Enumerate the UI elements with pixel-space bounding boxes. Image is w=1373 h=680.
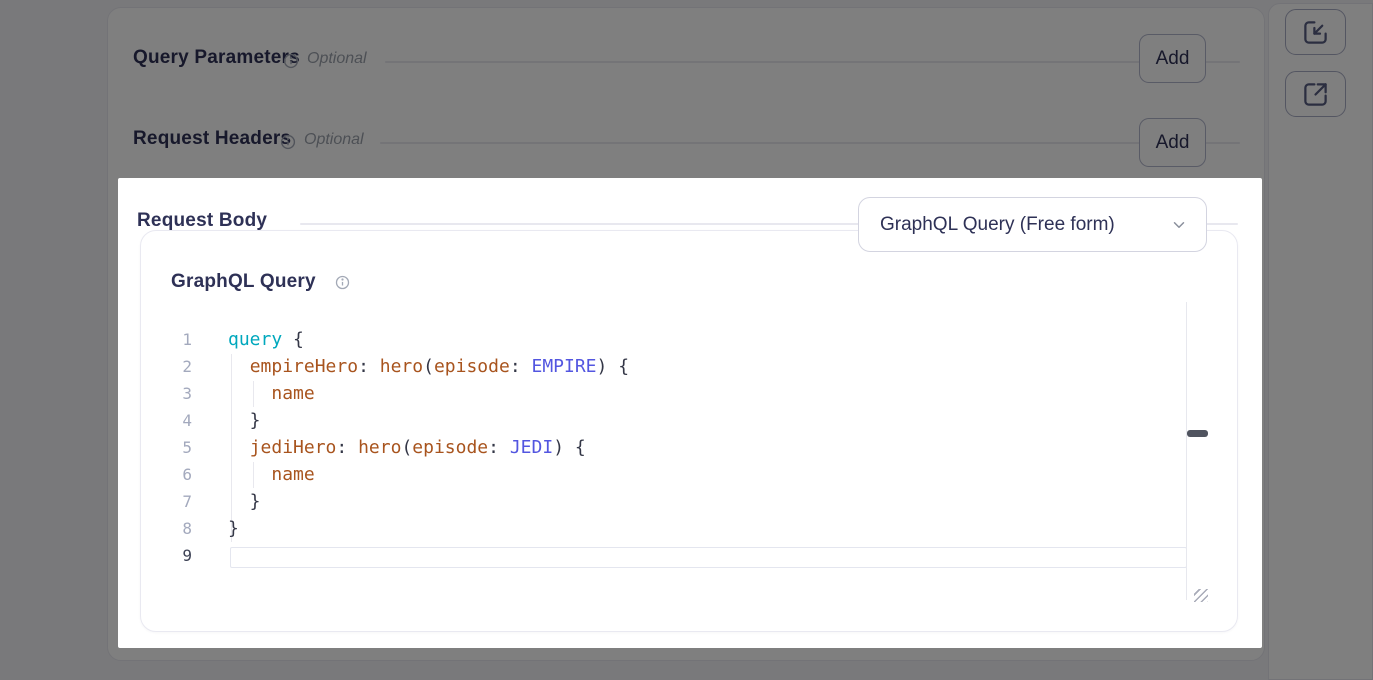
right-toolbar: [1268, 3, 1373, 680]
code-line[interactable]: name: [228, 461, 629, 488]
code-line[interactable]: [228, 542, 629, 569]
editor-resize-grip[interactable]: [1194, 589, 1208, 602]
editor-scrollbar-track: [1186, 302, 1187, 600]
request-body-label: Request Body: [137, 210, 267, 232]
line-number: 9: [158, 542, 192, 569]
code-line[interactable]: }: [228, 488, 629, 515]
line-number-gutter: 123456789: [158, 326, 192, 569]
code-line[interactable]: name: [228, 380, 629, 407]
line-number: 1: [158, 326, 192, 353]
line-number: 8: [158, 515, 192, 542]
line-number: 4: [158, 407, 192, 434]
body-type-select-value: GraphQL Query (Free form): [880, 214, 1115, 236]
external-link-icon: [1302, 81, 1329, 108]
line-number: 5: [158, 434, 192, 461]
line-number: 3: [158, 380, 192, 407]
line-number: 6: [158, 461, 192, 488]
add-request-header-button[interactable]: Add: [1139, 118, 1206, 167]
inline-edit-button[interactable]: [1285, 9, 1346, 55]
code-line[interactable]: }: [228, 515, 629, 542]
open-external-button[interactable]: [1285, 71, 1346, 117]
query-parameters-optional-hint: Optional: [307, 50, 367, 68]
code-line[interactable]: jediHero: hero(episode: JEDI) {: [228, 434, 629, 461]
code-line[interactable]: query {: [228, 326, 629, 353]
request-headers-optional-hint: Optional: [304, 131, 364, 149]
query-parameters-label: Query Parameters: [133, 47, 300, 69]
graphql-query-label: GraphQL Query: [171, 271, 316, 293]
query-parameters-info-icon[interactable]: [283, 53, 299, 69]
graphql-query-info-icon[interactable]: [335, 275, 350, 290]
query-parameters-divider: [385, 61, 1240, 63]
code-line[interactable]: empireHero: hero(episode: EMPIRE) {: [228, 353, 629, 380]
request-headers-label: Request Headers: [133, 128, 291, 150]
chevron-down-icon: [1170, 216, 1188, 234]
request-headers-divider: [380, 142, 1240, 144]
app-root: Query Parameters Optional Add Request He…: [0, 0, 1373, 680]
body-type-select[interactable]: GraphQL Query (Free form): [858, 197, 1207, 252]
editor-scrollbar-thumb[interactable]: [1187, 430, 1208, 437]
edit-in-box-icon: [1302, 19, 1329, 46]
code-line[interactable]: }: [228, 407, 629, 434]
line-number: 2: [158, 353, 192, 380]
request-headers-info-icon[interactable]: [280, 134, 296, 150]
graphql-code-editor[interactable]: query { empireHero: hero(episode: EMPIRE…: [228, 326, 629, 569]
line-number: 7: [158, 488, 192, 515]
add-query-parameter-button[interactable]: Add: [1139, 34, 1206, 83]
